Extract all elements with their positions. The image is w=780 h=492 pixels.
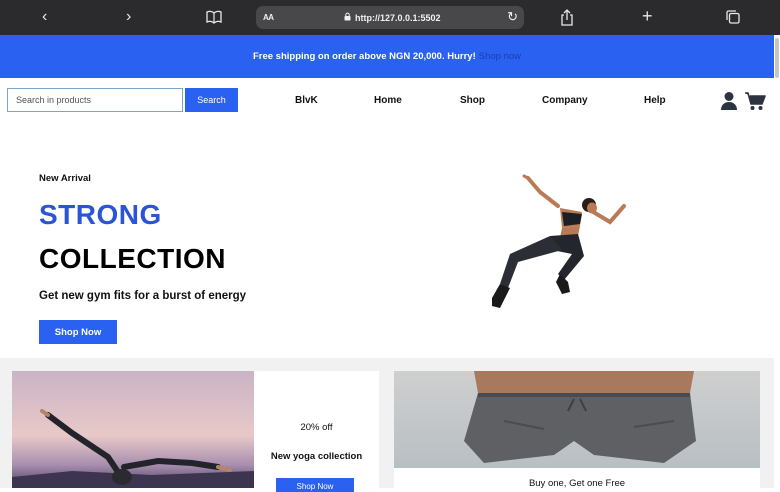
- url-text: http://127.0.0.1:5502: [355, 12, 441, 23]
- address-bar[interactable]: AA http://127.0.0.1:5502 ↻: [256, 6, 524, 29]
- search-button[interactable]: Search: [185, 88, 238, 112]
- hero-title-line2: COLLECTION: [39, 243, 226, 274]
- bogo-card-title: Buy one, Get one Free: [528, 478, 626, 489]
- back-icon[interactable]: ‹: [42, 9, 47, 25]
- yoga-card-discount: 20% off: [300, 422, 333, 433]
- hero-subtitle: New Arrival: [39, 173, 91, 184]
- promo-shop-now-link[interactable]: Shop now: [479, 51, 521, 62]
- share-icon[interactable]: [560, 9, 574, 30]
- scrollbar-thumb[interactable]: [775, 38, 779, 78]
- page-scrollbar[interactable]: [774, 35, 780, 488]
- text-size-button[interactable]: AA: [263, 13, 274, 22]
- promo-banner: Free shipping on order above NGN 20,000.…: [0, 35, 774, 78]
- nav-brand[interactable]: BlvK: [295, 95, 318, 106]
- lock-icon: [344, 12, 351, 21]
- hero-description: Get new gym fits for a burst of energy: [39, 290, 247, 302]
- new-tab-icon[interactable]: +: [642, 7, 653, 25]
- bogo-shorts-image: [394, 371, 760, 468]
- search-input[interactable]: Search in products: [7, 88, 183, 112]
- hero-shop-now-button[interactable]: Shop Now: [39, 320, 117, 344]
- reload-icon[interactable]: ↻: [507, 9, 518, 25]
- cart-icon[interactable]: [744, 91, 766, 111]
- yoga-card-title: New yoga collection: [270, 451, 363, 462]
- promo-text: Free shipping on order above NGN 20,000.…: [252, 51, 476, 62]
- tabs-icon[interactable]: [726, 10, 740, 28]
- user-icon[interactable]: [720, 91, 738, 111]
- hero-title-line1: STRONG: [39, 199, 162, 230]
- reader-icon[interactable]: [206, 10, 222, 28]
- nav-company[interactable]: Company: [542, 95, 588, 106]
- nav-home[interactable]: Home: [374, 95, 402, 106]
- yoga-collection-image: [12, 371, 254, 488]
- yoga-card-shop-button[interactable]: Shop Now: [276, 478, 354, 492]
- browser-toolbar: ‹ › AA http://127.0.0.1:5502 ↻ +: [0, 0, 780, 35]
- forward-icon[interactable]: ›: [126, 9, 131, 25]
- nav-shop[interactable]: Shop: [460, 95, 485, 106]
- nav-help[interactable]: Help: [644, 95, 666, 106]
- hero-runner-image: [492, 174, 626, 308]
